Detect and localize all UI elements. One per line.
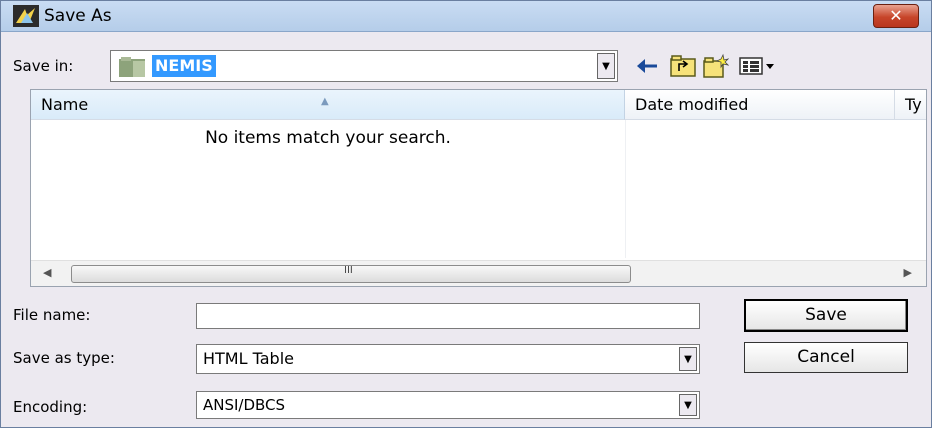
encoding-value: ANSI/DBCS (203, 396, 286, 414)
view-menu-icon[interactable] (739, 53, 781, 79)
column-header-name[interactable]: ▲ Name (31, 90, 625, 120)
close-button[interactable]: ✕ (873, 4, 919, 28)
file-name-label: File name: (13, 306, 91, 324)
column-date-label: Date modified (635, 95, 749, 114)
encoding-label: Encoding: (13, 398, 88, 416)
encoding-dropdown[interactable]: ANSI/DBCS ▼ (196, 391, 700, 419)
sort-ascending-icon: ▲ (321, 96, 329, 107)
column-name-label: Name (41, 95, 89, 114)
up-folder-icon[interactable] (670, 53, 696, 79)
horizontal-scrollbar[interactable]: ◀ III ▶ (31, 260, 926, 286)
scroll-right-icon[interactable]: ▶ (904, 266, 912, 279)
app-icon (13, 5, 39, 27)
scroll-left-icon[interactable]: ◀ (43, 266, 51, 279)
save-as-type-dropdown[interactable]: HTML Table ▼ (196, 344, 700, 374)
column-divider (625, 120, 626, 258)
save-as-type-value: HTML Table (203, 349, 294, 368)
column-header-type[interactable]: Ty (895, 90, 926, 120)
cancel-button[interactable]: Cancel (744, 342, 908, 373)
column-header-date-modified[interactable]: Date modified (625, 90, 895, 120)
save-in-value: NEMIS (152, 55, 216, 77)
save-in-label: Save in: (13, 57, 74, 75)
chevron-down-icon[interactable]: ▼ (597, 53, 615, 79)
window-title: Save As (44, 6, 112, 26)
column-type-label: Ty (905, 95, 922, 114)
file-name-input[interactable] (196, 303, 700, 329)
folder-icon (119, 57, 145, 77)
chevron-down-icon[interactable]: ▼ (679, 394, 697, 416)
save-as-dialog: Save As ✕ Save in: NEMIS ▼ ▲ Name Date m… (0, 0, 932, 428)
new-folder-icon[interactable] (703, 53, 729, 79)
back-arrow-icon[interactable] (635, 53, 661, 79)
title-bar[interactable]: Save As ✕ (1, 1, 931, 32)
file-list[interactable]: ▲ Name Date modified Ty No items match y… (30, 89, 927, 287)
save-in-dropdown[interactable]: NEMIS ▼ (110, 50, 618, 82)
save-as-type-label: Save as type: (13, 349, 115, 367)
scroll-thumb[interactable]: III (71, 265, 631, 283)
chevron-down-icon[interactable]: ▼ (679, 347, 697, 371)
scroll-grip: III (344, 265, 353, 276)
save-button[interactable]: Save (744, 299, 908, 332)
empty-message: No items match your search. (205, 128, 451, 148)
